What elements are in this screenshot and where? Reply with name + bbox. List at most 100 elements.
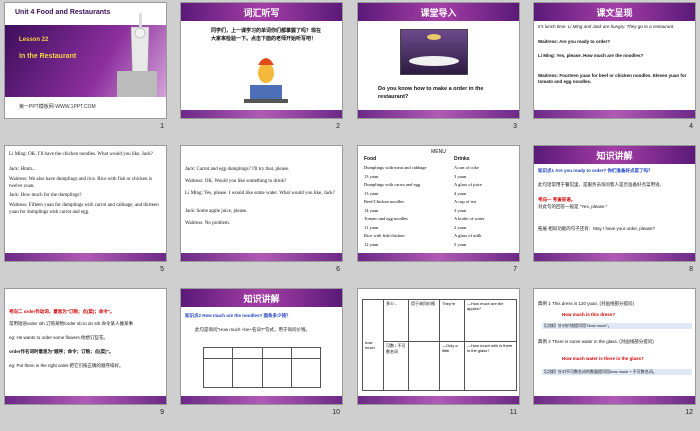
slide-thumbnail-1[interactable]: Unit 4 Food and Restaurants Lesson 22 In… xyxy=(0,0,170,134)
knowledge-point: 知识点2 How much are the noodles? 面条多少钱？ xyxy=(185,313,291,318)
explanation-line: eg: He wants to order some flowers.他想订些花… xyxy=(9,335,109,340)
menu-title: MENU xyxy=(431,149,446,155)
grammar-table xyxy=(202,347,322,388)
example-line: 典例 2 There is some water in the glass. (… xyxy=(538,339,654,344)
slide-thumbnail-3[interactable]: 课堂导入 Do you know how to make a order in … xyxy=(353,0,523,134)
dialogue-line: Li Ming: Yes, please. I would like some … xyxy=(185,191,335,196)
example-line: 典例 1 This dress is 120 yuan. (对画线部分提问) xyxy=(538,301,635,306)
unit-title: Unit 4 Food and Restaurants xyxy=(15,9,111,16)
slide-thumbnail-4[interactable]: 课文呈现 It's lunch time. Li Ming and Jack a… xyxy=(529,0,699,134)
slide-canvas: 词汇听写 同学们，上一课学习的单词你们都掌握了吗？现在大家来检验一下。点击下面的… xyxy=(180,2,343,119)
slide-canvas: 课文呈现 It's lunch time. Li Ming and Jack a… xyxy=(533,2,696,119)
slide-canvas: how much 多少... 用于询问价格 They're —How much … xyxy=(357,288,520,405)
slide-number: 3 xyxy=(513,123,517,130)
footer-bar xyxy=(358,253,519,261)
footer-bar xyxy=(5,253,166,261)
explanation-line: 考向一 考查答语。 xyxy=(538,197,576,202)
footer-bar xyxy=(534,110,695,118)
slide-banner: 知识讲解 xyxy=(181,289,342,307)
footer-bar xyxy=(181,110,342,118)
dialogue-line: Waitress: Are you ready to order? xyxy=(538,39,611,44)
slide-number: 11 xyxy=(509,409,517,416)
explanation-line: 此句是询问"How much +be+名词?"句式，用于询问价钱。 xyxy=(195,327,310,332)
explanation-line: order作名词时意思为"顺序；命令；订购；点(菜)"。 xyxy=(9,349,114,354)
explanation-line: eg: Put them in the right order.把它们按正确的顺… xyxy=(9,363,124,368)
slide-number: 7 xyxy=(513,266,517,273)
drinks-header: Drinks xyxy=(454,156,470,162)
slide-thumbnail-11[interactable]: how much 多少... 用于询问价格 They're —How much … xyxy=(353,286,523,420)
slide-banner: 知识讲解 xyxy=(534,146,695,164)
food-header: Food xyxy=(364,156,377,162)
slide-canvas: 典例 1 This dress is 120 yuan. (对画线部分提问) H… xyxy=(533,288,696,405)
explanation-line: 常用短语order sth.订购某物/order sb.to do sth.命令… xyxy=(9,321,134,326)
drinks-list: A can of coke 3 yuan A glass of juice 4 … xyxy=(454,165,485,247)
slide-thumbnail-9[interactable]: 考向二 order作动词，意思为"订购；点(菜)；命令"。 常用短语order … xyxy=(0,286,170,420)
dialogue-line: Jack: Hmm... xyxy=(9,167,36,172)
teacher-icon[interactable] xyxy=(236,55,296,110)
explanation-line: 对此句的回答一般是 "Yes, please." xyxy=(538,204,608,209)
dialogue-line: Jack: How much for the dumplings? xyxy=(9,193,82,198)
slide-number: 2 xyxy=(336,123,340,130)
dialogue-line: Waitress: No problem. xyxy=(185,221,231,226)
knowledge-point: 知识点1 Are you ready to order? 你们准备好点菜了吗？ xyxy=(538,168,653,173)
question-text: Do you know how to make a order in the r… xyxy=(378,86,484,100)
slide-number: 6 xyxy=(336,266,340,273)
instruction-text: 同学们，上一课学习的单词你们都掌握了吗？现在大家来检验一下。点击下面的老师开始听… xyxy=(211,28,322,42)
footer-bar xyxy=(5,396,166,404)
slide-thumbnail-5[interactable]: Li Ming: OK. I'll have the chicken noodl… xyxy=(0,143,170,277)
dialogue-line: Waitress: Fourteen yuan for beef or chic… xyxy=(538,73,687,84)
slide-canvas: 知识讲解 知识点2 How much are the noodles? 面条多少… xyxy=(180,288,343,405)
explanation-line: 拓展 相同功能的句子还有：May I have your order, plea… xyxy=(538,226,656,231)
footer-bar xyxy=(534,253,695,261)
food-list: Dumplings with meat and cabbage 13 yuan … xyxy=(364,165,427,247)
slide-thumbnail-8[interactable]: 知识讲解 知识点1 Are you ready to order? 你们准备好点… xyxy=(529,143,699,277)
slide-number: 12 xyxy=(685,409,693,416)
dialogue-line: Jack: Some apple juice, please. xyxy=(185,209,248,214)
slide-canvas: 考向二 order作动词，意思为"订购；点(菜)；命令"。 常用短语order … xyxy=(4,288,167,405)
lesson-label: Lesson 22 xyxy=(19,37,49,43)
slide-canvas: Jack: Carrot and egg dumplings? I'll try… xyxy=(180,145,343,262)
dialogue-line: Waitress: We also have dumplings and ric… xyxy=(9,177,153,189)
dialogue-line: Jack: Carrot and egg dumplings? I'll try… xyxy=(185,167,290,172)
slide-thumbnail-10[interactable]: 知识讲解 知识点2 How much are the noodles? 面条多少… xyxy=(176,286,346,420)
tip-line: 【点拨】针对价钱提问用"How much"。 xyxy=(542,323,692,329)
slide-number: 10 xyxy=(332,409,340,416)
restaurant-photo xyxy=(400,29,468,75)
slide-canvas: Li Ming: OK. I'll have the chicken noodl… xyxy=(4,145,167,262)
dialogue-line: Li Ming: OK. I'll have the chicken noodl… xyxy=(9,152,153,157)
footer-bar xyxy=(534,396,695,404)
dialogue-line: Waitress: OK. Would you like something t… xyxy=(185,179,287,184)
slide-thumbnail-12[interactable]: 典例 1 This dress is 120 yuan. (对画线部分提问) H… xyxy=(529,286,699,420)
slide-banner: 课文呈现 xyxy=(534,3,695,21)
footer-bar xyxy=(181,396,342,404)
lesson-title: In the Restaurant xyxy=(19,53,77,60)
explanation-line: 考向二 order作动词，意思为"订购；点(菜)；命令"。 xyxy=(9,309,115,314)
slide-canvas: Unit 4 Food and Restaurants Lesson 22 In… xyxy=(4,2,167,119)
slide-number: 4 xyxy=(689,123,693,130)
slide-canvas: MENU Food Drinks Dumplings with meat and… xyxy=(357,145,520,262)
footer-bar xyxy=(181,253,342,261)
footer-bar xyxy=(358,110,519,118)
slide-number: 1 xyxy=(160,123,164,130)
dialogue-line: It's lunch time. Li Ming and Jack are hu… xyxy=(538,24,675,29)
example-answer: How much water is there in the glass? xyxy=(562,356,644,361)
slide-banner: 课堂导入 xyxy=(358,3,519,21)
example-answer: How much is this dress? xyxy=(562,312,616,317)
footer-bar xyxy=(358,396,519,404)
explanation-line: 此句话常用于餐馆里，是服务员询问客人是否准备好点菜用语。 xyxy=(538,182,664,187)
slide-canvas: 知识讲解 知识点1 Are you ready to order? 你们准备好点… xyxy=(533,145,696,262)
tip-line: 【点拨】针对不可数名词的数量提问用how much + 不可数名词。 xyxy=(542,369,692,375)
statue-of-liberty-icon xyxy=(117,13,157,97)
grammar-table: how much 多少... 用于询问价格 They're —How much … xyxy=(362,298,517,391)
slide-number: 9 xyxy=(160,409,164,416)
dialogue-line: Waitress: Fifteen yuan for dumplings wit… xyxy=(9,203,159,215)
slide-canvas: 课堂导入 Do you know how to make a order in … xyxy=(357,2,520,119)
slide-number: 8 xyxy=(689,266,693,273)
footer-text: 第一PPT模板网-WWW.1PPT.COM xyxy=(19,104,96,110)
slide-thumbnail-6[interactable]: Jack: Carrot and egg dumplings? I'll try… xyxy=(176,143,346,277)
slide-thumbnail-2[interactable]: 词汇听写 同学们，上一课学习的单词你们都掌握了吗？现在大家来检验一下。点击下面的… xyxy=(176,0,346,134)
dialogue-line: Li Ming: Yes, please. How much are the n… xyxy=(538,53,644,58)
slide-thumbnail-7[interactable]: MENU Food Drinks Dumplings with meat and… xyxy=(353,143,523,277)
slide-number: 5 xyxy=(160,266,164,273)
slide-banner: 词汇听写 xyxy=(181,3,342,21)
